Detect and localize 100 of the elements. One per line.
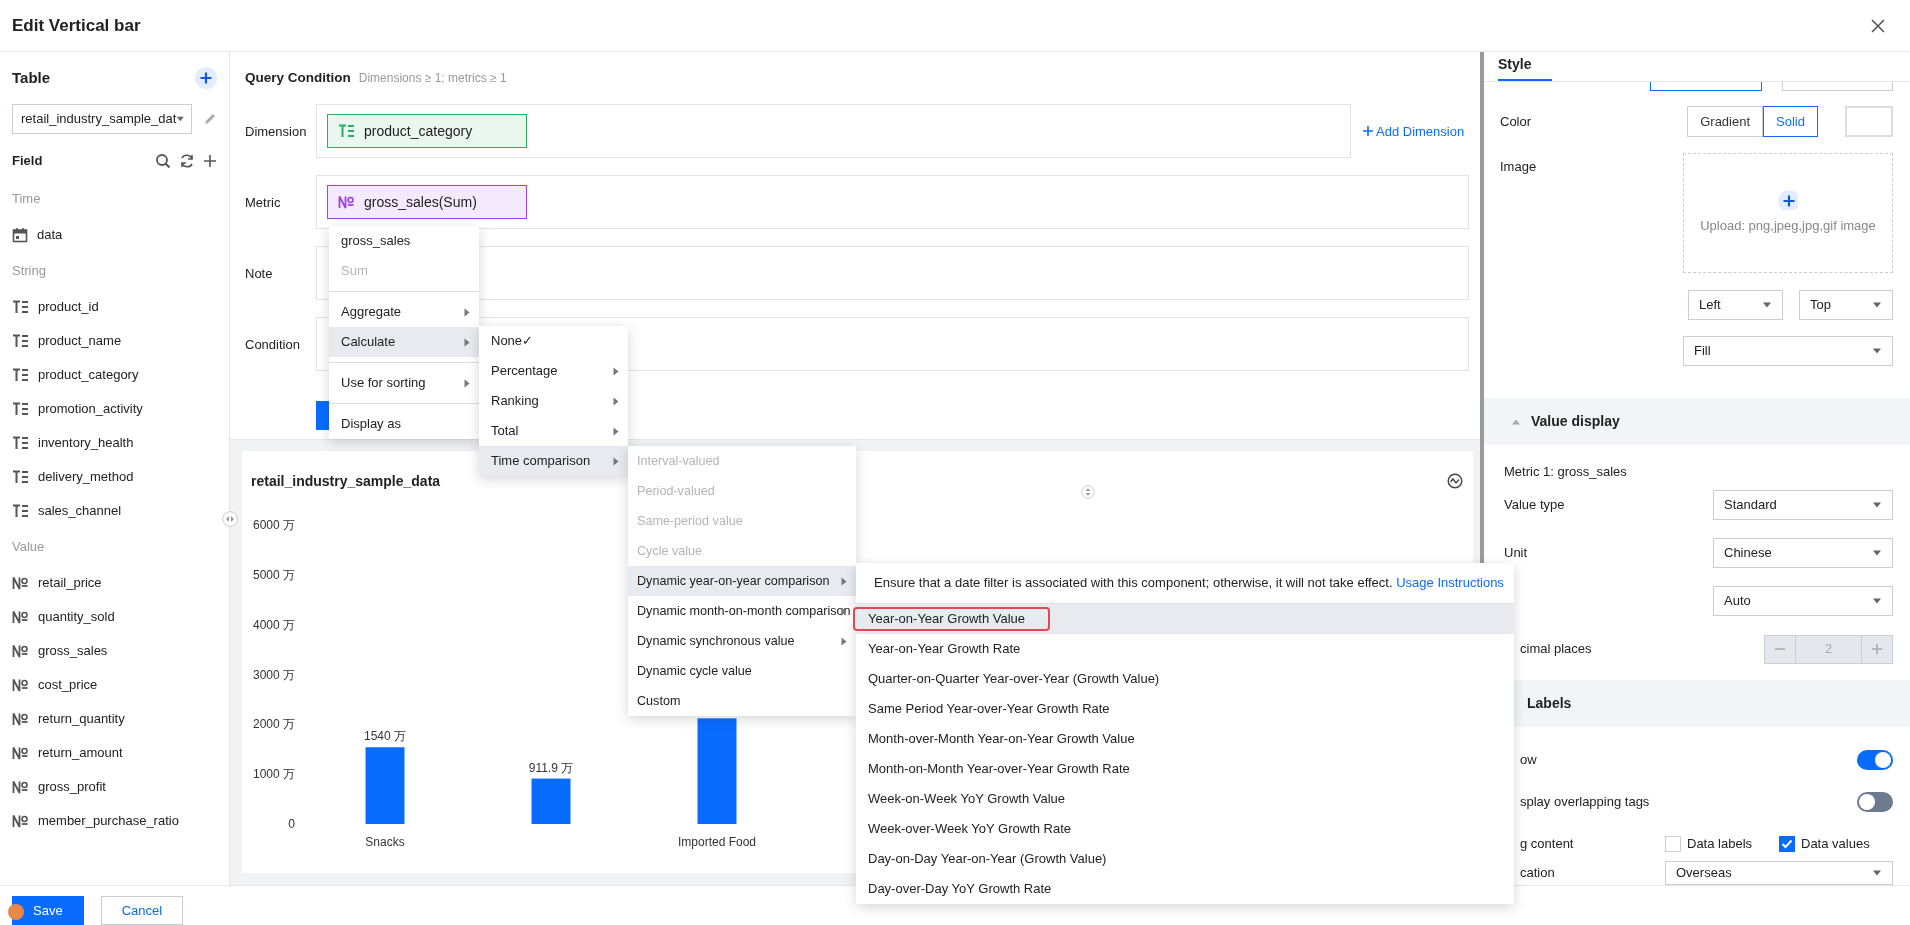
submenu-arrow-icon xyxy=(613,366,619,376)
axis-tick-label: 2000 万 xyxy=(252,717,295,732)
field-item[interactable]: promotion_activity xyxy=(12,392,217,426)
menu-item[interactable]: Total xyxy=(479,416,628,446)
trend-icon[interactable] xyxy=(1447,473,1463,489)
menu-item[interactable]: Percentage xyxy=(479,356,628,386)
toggle-switch[interactable] xyxy=(1857,792,1893,812)
panel-tab[interactable]: Style xyxy=(1498,54,1552,81)
bar-value-label: 911.9 万 xyxy=(528,760,574,775)
text-type-icon xyxy=(12,504,29,518)
menu-item[interactable]: Aggregate xyxy=(329,297,479,327)
select-field[interactable]: Overseas xyxy=(1665,861,1893,885)
menu-item[interactable]: Dynamic cycle value xyxy=(628,656,856,686)
menu-item[interactable]: Ranking xyxy=(479,386,628,416)
number-type-icon xyxy=(12,644,29,658)
resize-handle-icon[interactable] xyxy=(222,511,238,527)
menu-item[interactable]: Day-on-Day Year-on-Year (Growth Value) xyxy=(856,844,1514,874)
select-field[interactable]: Chinese xyxy=(1713,538,1893,568)
menu-item[interactable]: Custom xyxy=(628,686,856,716)
option-button[interactable] xyxy=(1650,82,1762,91)
field-item[interactable]: delivery_method xyxy=(12,460,217,494)
number-type-icon xyxy=(12,576,29,590)
menu-item[interactable]: Display as xyxy=(329,409,479,439)
table-select[interactable]: retail_industry_sample_dat xyxy=(12,104,192,134)
field-item[interactable]: cost_price xyxy=(12,668,217,702)
search-icon[interactable] xyxy=(155,153,171,169)
number-type-icon xyxy=(12,610,29,624)
color-swatch[interactable] xyxy=(1845,106,1893,137)
menu-item[interactable]: Week-on-Week YoY Growth Value xyxy=(856,784,1514,814)
pointer-dot-icon xyxy=(8,904,24,920)
field-item[interactable]: data xyxy=(12,218,217,252)
submenu-arrow-icon xyxy=(464,378,470,388)
field-item[interactable]: return_quantity xyxy=(12,702,217,736)
save-button[interactable]: Save xyxy=(12,896,84,925)
setting-label: Color xyxy=(1500,112,1533,131)
field-item[interactable]: gross_profit xyxy=(12,770,217,804)
segment-button[interactable]: Gradient xyxy=(1687,106,1764,137)
field-item[interactable]: sales_channel xyxy=(12,494,217,528)
add-icon[interactable] xyxy=(195,67,217,89)
cancel-button[interactable]: Cancel xyxy=(100,896,184,925)
menu-item[interactable]: Dynamic synchronous value xyxy=(628,626,856,656)
segment-button[interactable]: Solid xyxy=(1763,106,1818,137)
upload-area[interactable]: Upload: png,jpeg,jpg,gif image xyxy=(1683,153,1893,273)
menu-item[interactable]: Month-on-Month Year-over-Year Growth Rate xyxy=(856,754,1514,784)
number-type-icon xyxy=(12,814,29,828)
submenu-arrow-icon xyxy=(464,307,470,317)
pencil-icon[interactable] xyxy=(203,112,217,126)
drop-field[interactable]: gross_sales(Sum) xyxy=(316,175,1469,230)
field-label: Metric xyxy=(245,193,282,212)
select-field[interactable]: Left xyxy=(1688,290,1783,320)
select-field[interactable]: Top xyxy=(1799,290,1893,320)
menu-item[interactable]: Time comparison xyxy=(479,446,628,476)
select-field[interactable]: Auto xyxy=(1713,586,1893,616)
submenu-arrow-icon xyxy=(613,396,619,406)
add-dimension-link[interactable]: Add Dimension xyxy=(1363,121,1469,141)
menu-item[interactable]: Calculate xyxy=(329,327,479,357)
add-icon[interactable] xyxy=(203,154,217,168)
number-type-icon xyxy=(338,195,355,210)
drop-field[interactable]: product_category xyxy=(316,104,1351,159)
menu-item[interactable]: None✓ xyxy=(479,326,628,356)
bar-value-label: 1540 万 xyxy=(364,729,406,744)
field-item[interactable]: product_id xyxy=(12,290,217,324)
checkbox[interactable] xyxy=(1779,836,1795,852)
menu-item[interactable]: Day-over-Day YoY Growth Rate xyxy=(856,874,1514,904)
menu-item[interactable]: Dynamic year-on-year comparison xyxy=(628,566,856,596)
field-item[interactable]: product_name xyxy=(12,324,217,358)
menu-item[interactable]: Dynamic month-on-month comparison xyxy=(628,596,856,626)
usage-link[interactable]: Usage Instructions xyxy=(1396,575,1504,591)
menu-item[interactable]: Week-over-Week YoY Growth Rate xyxy=(856,814,1514,844)
add-icon xyxy=(1778,190,1798,211)
select-field[interactable]: Standard xyxy=(1713,490,1893,520)
caret-icon xyxy=(1872,550,1882,556)
field-item[interactable]: return_amount xyxy=(12,736,217,770)
setting-label: g content xyxy=(1519,835,1574,854)
number-type-icon xyxy=(12,678,29,692)
field-chip[interactable]: gross_sales(Sum) xyxy=(327,185,527,220)
field-label: Dimension xyxy=(245,122,308,141)
menu-item[interactable]: Month-over-Month Year-on-Year Growth Value xyxy=(856,724,1514,754)
select-field[interactable]: Fill xyxy=(1683,336,1893,366)
field-item[interactable]: quantity_sold xyxy=(12,600,217,634)
field-item[interactable]: gross_sales xyxy=(12,634,217,668)
section-header[interactable]: Value display xyxy=(1484,398,1910,445)
menu-note: Ensure that a date filter is associated with this component; otherwise, it will not take effect. Usage Instructions xyxy=(874,574,1504,593)
menu-item[interactable]: Year-on-Year Growth Value xyxy=(856,604,1514,634)
field-item[interactable]: product_category xyxy=(12,358,217,392)
resize-handle-icon[interactable] xyxy=(1081,485,1095,499)
field-item[interactable]: inventory_health xyxy=(12,426,217,460)
field-chip[interactable]: product_category xyxy=(327,114,527,149)
panel-title: Table xyxy=(12,67,51,88)
menu-item[interactable]: Year-on-Year Growth Rate xyxy=(856,634,1514,664)
close-icon[interactable] xyxy=(1870,17,1886,34)
text-type-icon xyxy=(338,124,355,139)
toggle-switch[interactable] xyxy=(1857,750,1893,770)
checkbox-label: Data values xyxy=(1801,835,1870,854)
field-item[interactable]: member_purchase_ratio xyxy=(12,804,217,838)
menu-item[interactable]: Use for sorting xyxy=(329,368,479,398)
caret-icon xyxy=(176,116,185,122)
field-item[interactable]: retail_price xyxy=(12,566,217,600)
field-label: Note xyxy=(245,264,274,283)
refresh-icon[interactable] xyxy=(179,153,195,169)
